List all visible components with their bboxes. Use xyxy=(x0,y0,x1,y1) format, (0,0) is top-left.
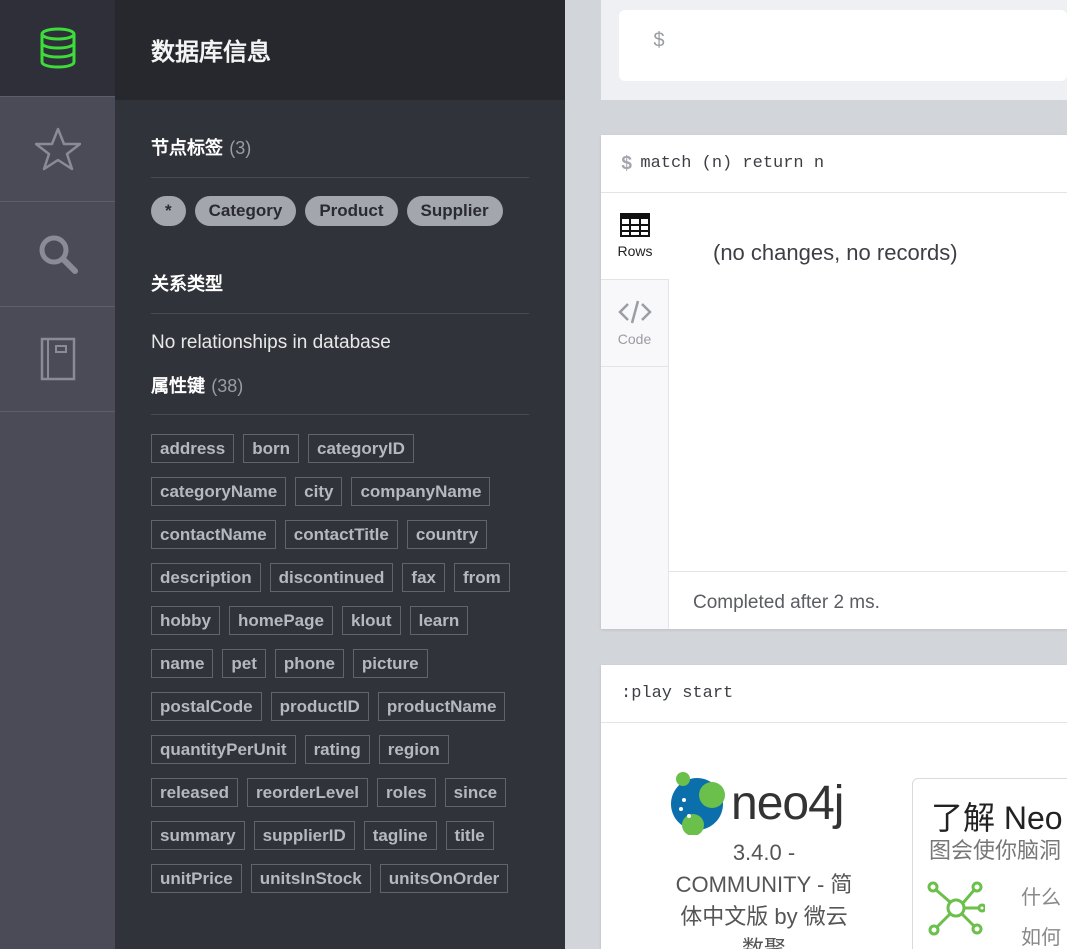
play-command: :play start xyxy=(621,684,734,703)
version-line: 3.4.0 - xyxy=(732,840,796,865)
neo4j-logo-text: neo4j xyxy=(731,776,844,830)
property-key-tag[interactable]: unitsOnOrder xyxy=(379,864,509,893)
property-keys-count: (38) xyxy=(211,376,244,396)
search-icon xyxy=(39,235,78,274)
icon-rail xyxy=(0,0,115,949)
book-icon xyxy=(40,337,75,381)
frame-dollar: $ xyxy=(621,152,633,175)
neo4j-logo-icon xyxy=(671,772,725,835)
code-icon xyxy=(617,300,652,324)
property-key-tag[interactable]: address xyxy=(151,434,235,463)
result-message: (no changes, no records) xyxy=(713,240,958,265)
property-key-tag[interactable]: quantityPerUnit xyxy=(151,735,296,764)
rel-types-heading: 关系类型 xyxy=(151,270,529,296)
node-label-pill[interactable]: Supplier xyxy=(406,196,503,226)
property-key-tag[interactable]: unitPrice xyxy=(151,864,242,893)
star-icon xyxy=(34,127,81,171)
node-label-pill[interactable]: Category xyxy=(194,196,297,226)
query-editor-bar: $ xyxy=(601,0,1067,100)
play-frame: :play start neo4j 3.4.0 - COMMUNITY - 简 … xyxy=(601,665,1067,949)
card-subtitle: 图会使你脑洞 xyxy=(929,839,1062,864)
rail-search[interactable] xyxy=(0,202,115,307)
rail-favorites[interactable] xyxy=(0,97,115,202)
property-keys-heading: 属性键 (38) xyxy=(151,372,529,398)
database-icon xyxy=(40,27,75,69)
frame-query: match (n) return n xyxy=(640,154,825,173)
learn-neo4j-card[interactable]: 了解 Neo 图会使你脑洞 什么 如何 xyxy=(912,778,1067,949)
property-key-tag[interactable]: title xyxy=(445,821,494,850)
rail-documents[interactable] xyxy=(0,307,115,412)
property-key-tag[interactable]: contactTitle xyxy=(284,520,398,549)
property-key-tag[interactable]: productName xyxy=(377,692,506,721)
graph-icon xyxy=(927,881,985,936)
property-key-tag[interactable]: description xyxy=(151,563,261,592)
neo4j-logo: neo4j xyxy=(669,771,844,835)
tab-code[interactable]: Code xyxy=(601,280,668,367)
property-key-tag[interactable]: fax xyxy=(402,563,445,592)
property-key-tag[interactable]: learn xyxy=(409,606,469,635)
property-key-tag[interactable]: pet xyxy=(222,649,266,678)
property-key-tag[interactable]: from xyxy=(453,563,510,592)
result-view-tabs: Rows Code xyxy=(601,193,669,629)
version-info: 3.4.0 - COMMUNITY - 简 体中文版 by 微云 数聚 xyxy=(659,837,869,949)
property-key-tag[interactable]: rating xyxy=(304,735,370,764)
editor-prompt: $ xyxy=(653,30,666,53)
node-labels-heading: 节点标签 (3) xyxy=(151,134,529,160)
property-key-tag[interactable]: picture xyxy=(352,649,428,678)
table-icon xyxy=(620,213,650,237)
frame-header[interactable]: $ match (n) return n xyxy=(601,135,1067,193)
property-key-tag[interactable]: city xyxy=(295,477,343,506)
property-key-tag[interactable]: unitsInStock xyxy=(250,864,371,893)
property-key-tag[interactable]: categoryID xyxy=(307,434,414,463)
tab-rows-label: Rows xyxy=(617,243,653,259)
tab-code-label: Code xyxy=(617,331,652,347)
property-key-tag[interactable]: summary xyxy=(151,821,245,850)
version-line: COMMUNITY - 简 xyxy=(675,872,853,897)
property-keys-list: address born categoryID categoryName city com… xyxy=(151,415,529,893)
property-key-tag[interactable]: hobby xyxy=(151,606,220,635)
property-key-tag[interactable]: region xyxy=(378,735,449,764)
node-label-pill[interactable]: Product xyxy=(305,196,398,226)
tab-rows[interactable]: Rows xyxy=(601,193,669,280)
database-info-drawer: 数据库信息 节点标签 (3) * Category Product Supplier … xyxy=(115,0,565,949)
drawer-title: 数据库信息 xyxy=(151,38,271,66)
drawer-header: 数据库信息 xyxy=(115,0,565,100)
property-key-tag[interactable]: productID xyxy=(270,692,369,721)
node-labels-title: 节点标签 xyxy=(151,138,223,159)
rail-database[interactable] xyxy=(0,0,115,97)
property-key-tag[interactable]: companyName xyxy=(351,477,491,506)
result-frame: $ match (n) return n Rows Code (no chang… xyxy=(601,135,1067,629)
property-key-tag[interactable]: homePage xyxy=(229,606,333,635)
property-key-tag[interactable]: roles xyxy=(377,778,436,807)
property-key-tag[interactable]: contactName xyxy=(151,520,276,549)
play-frame-header[interactable]: :play start xyxy=(601,665,1067,723)
card-line: 如何 xyxy=(1021,925,1061,949)
query-editor-input[interactable] xyxy=(619,10,1067,81)
version-line: 数聚 xyxy=(741,936,786,949)
property-key-tag[interactable]: country xyxy=(406,520,488,549)
property-key-tag[interactable]: klout xyxy=(341,606,401,635)
property-key-tag[interactable]: since xyxy=(444,778,507,807)
node-labels-count: (3) xyxy=(229,138,252,158)
property-key-tag[interactable]: supplierID xyxy=(253,821,355,850)
property-key-tag[interactable]: name xyxy=(151,649,214,678)
property-key-tag[interactable]: born xyxy=(243,434,299,463)
rel-types-title: 关系类型 xyxy=(151,274,223,295)
property-keys-title: 属性键 xyxy=(151,376,205,397)
property-key-tag[interactable]: categoryName xyxy=(151,477,287,506)
node-label-pill[interactable]: * xyxy=(151,196,186,226)
property-key-tag[interactable]: released xyxy=(151,778,238,807)
version-line: 体中文版 by 微云 xyxy=(680,904,848,929)
property-key-tag[interactable]: phone xyxy=(274,649,344,678)
property-key-tag[interactable]: postalCode xyxy=(151,692,262,721)
result-footer: Completed after 2 ms. xyxy=(669,571,1067,629)
card-line: 什么 xyxy=(1021,885,1061,909)
property-key-tag[interactable]: reorderLevel xyxy=(247,778,368,807)
no-relationships-text: No relationships in database xyxy=(151,332,391,353)
divider xyxy=(151,313,529,314)
node-labels-list: * Category Product Supplier xyxy=(151,178,529,226)
property-key-tag[interactable]: tagline xyxy=(363,821,437,850)
property-key-tag[interactable]: discontinued xyxy=(269,563,394,592)
